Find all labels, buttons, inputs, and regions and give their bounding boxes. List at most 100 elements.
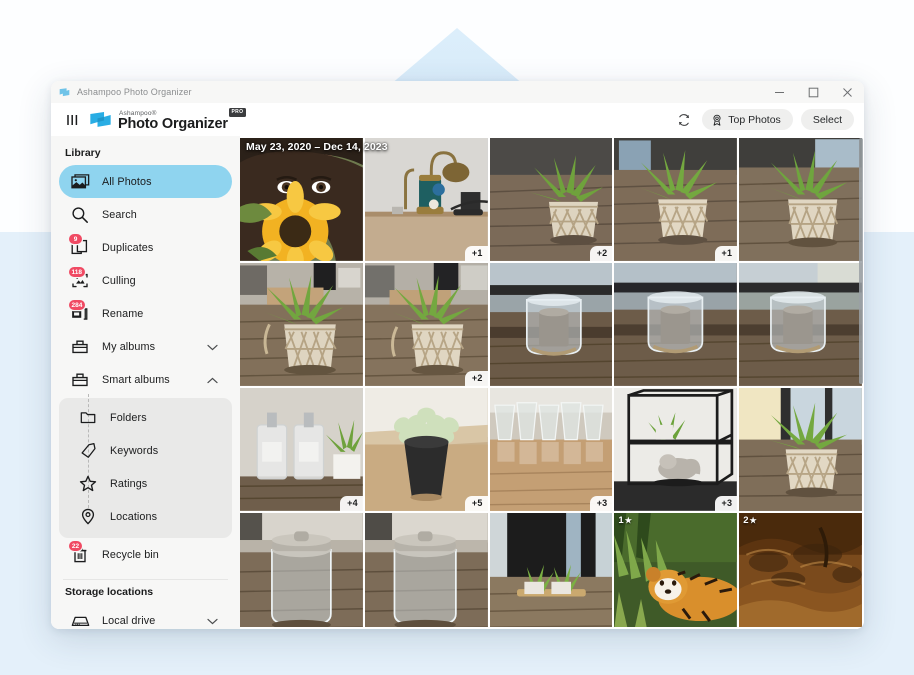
rating-value: 2 bbox=[743, 515, 749, 526]
sidebar-label: Duplicates bbox=[102, 241, 154, 254]
vertical-scrollbar[interactable] bbox=[859, 138, 863, 384]
tag-icon bbox=[77, 440, 99, 462]
photo-tile[interactable]: +2 bbox=[364, 263, 488, 386]
photo-count-badge: +3 bbox=[714, 496, 738, 511]
chevron-down-icon[interactable] bbox=[207, 338, 218, 356]
sidebar-label: Rename bbox=[102, 307, 144, 320]
photo-tile[interactable] bbox=[614, 263, 738, 386]
photo-tile[interactable] bbox=[739, 388, 862, 511]
select-button[interactable]: Select bbox=[800, 109, 854, 130]
photo-tile[interactable]: +1 bbox=[614, 138, 738, 261]
photo-count-badge: +2 bbox=[464, 371, 488, 386]
top-photos-button[interactable]: Top Photos bbox=[702, 109, 793, 130]
photo-count-badge: +5 bbox=[464, 496, 488, 511]
app-body: Library All Photos Search 9 Duplicates 1… bbox=[51, 136, 864, 629]
sidebar-item-rename[interactable]: 284 Rename bbox=[59, 297, 232, 330]
app-header: Ashampoo® Photo Organizer PRO Top Photos… bbox=[51, 103, 864, 136]
window-title: Ashampoo Photo Organizer bbox=[77, 87, 192, 97]
sidebar-item-culling[interactable]: 118 Culling bbox=[59, 264, 232, 297]
photo-tile[interactable] bbox=[240, 513, 363, 627]
brand-text: Ashampoo® Photo Organizer PRO bbox=[118, 107, 246, 132]
photo-tile[interactable] bbox=[240, 263, 363, 386]
rename-badge: 284 bbox=[69, 300, 85, 310]
brand-name: Photo Organizer bbox=[118, 115, 228, 132]
app-window: Ashampoo Photo Organizer Ashampoo® Photo… bbox=[51, 81, 864, 629]
photo-count-badge: +4 bbox=[340, 496, 363, 511]
star-icon: ★ bbox=[749, 516, 757, 525]
culling-badge: 118 bbox=[69, 267, 85, 277]
sidebar-label: Culling bbox=[102, 274, 136, 287]
photo-tile[interactable]: +3 bbox=[614, 388, 738, 511]
chevron-down-icon[interactable] bbox=[207, 612, 218, 630]
brand-logo: Ashampoo® Photo Organizer PRO bbox=[89, 107, 246, 132]
sidebar-label: Folders bbox=[110, 411, 147, 424]
thumbnail-brass-lamp-on-floor bbox=[364, 138, 488, 261]
app-logo-icon bbox=[59, 87, 70, 96]
minimize-button[interactable] bbox=[762, 81, 796, 103]
library-section-title: Library bbox=[65, 147, 101, 159]
photo-tile[interactable]: +1 bbox=[364, 138, 488, 261]
photo-count-badge: +2 bbox=[589, 246, 613, 261]
thumbnail-wire-shelf-with-figurine bbox=[614, 388, 738, 511]
sidebar-item-my-albums[interactable]: My albums bbox=[59, 330, 232, 363]
sidebar-item-keywords[interactable]: Keywords bbox=[59, 434, 232, 467]
rating-badge: 2 ★ bbox=[743, 515, 756, 526]
sidebar-item-smart-albums[interactable]: Smart albums bbox=[59, 363, 232, 396]
thumbnail-plant-in-rope-basket-a bbox=[489, 138, 613, 261]
photo-tile[interactable]: +3 bbox=[489, 388, 613, 511]
thumbnail-soap-dispensers-and-plant bbox=[240, 388, 363, 511]
sidebar-item-folders[interactable]: Folders bbox=[59, 401, 232, 434]
photo-tile[interactable]: 2 ★ bbox=[739, 513, 862, 627]
thumbnail-plant-on-wood-table-a bbox=[240, 263, 363, 386]
photo-grid-area: May 23, 2020 – Dec 14, 2023 +1 +2 +1 +2 … bbox=[240, 136, 864, 629]
photo-tile[interactable]: 1 ★ bbox=[614, 513, 738, 627]
sidebar-item-all-photos[interactable]: All Photos bbox=[59, 165, 232, 198]
photo-tile[interactable] bbox=[489, 263, 613, 386]
photo-tile[interactable] bbox=[489, 513, 613, 627]
window-controls bbox=[762, 81, 864, 103]
header-actions: Top Photos Select bbox=[674, 109, 854, 130]
sidebar: Library All Photos Search 9 Duplicates 1… bbox=[51, 136, 240, 629]
award-icon bbox=[713, 114, 721, 126]
album-icon bbox=[69, 369, 91, 391]
sidebar-item-local-drive[interactable]: Local drive bbox=[59, 604, 232, 629]
recycle-bin-badge: 22 bbox=[69, 541, 82, 551]
select-label: Select bbox=[812, 113, 842, 126]
sidebar-label: Ratings bbox=[110, 477, 148, 490]
thumbnail-glass-jar-candle-a bbox=[489, 263, 613, 386]
photo-tile[interactable]: +5 bbox=[364, 388, 488, 511]
sidebar-item-ratings[interactable]: Ratings bbox=[59, 467, 232, 500]
photos-icon bbox=[69, 171, 91, 193]
thumbnail-glass-canister-a bbox=[240, 513, 363, 627]
photo-count-badge: +3 bbox=[589, 496, 613, 511]
smart-albums-panel: Folders Keywords Ratings Locations bbox=[59, 394, 232, 538]
photo-tile[interactable]: +4 bbox=[240, 388, 363, 511]
close-button[interactable] bbox=[830, 81, 864, 103]
refresh-icon[interactable] bbox=[674, 110, 694, 130]
sidebar-label: Recycle bin bbox=[102, 548, 159, 561]
thumbnail-rock-cave-texture bbox=[739, 513, 862, 627]
sidebar-item-duplicates[interactable]: 9 Duplicates bbox=[59, 231, 232, 264]
maximize-button[interactable] bbox=[796, 81, 830, 103]
sidebar-item-search[interactable]: Search bbox=[59, 198, 232, 231]
thumbnail-stacked-glasses-on-table bbox=[489, 388, 613, 511]
sidebar-item-recycle-bin[interactable]: 22 Recycle bin bbox=[59, 538, 232, 571]
photo-tile[interactable]: +2 bbox=[489, 138, 613, 261]
photo-tile[interactable] bbox=[240, 138, 363, 261]
menu-icon[interactable] bbox=[60, 113, 86, 127]
photo-count-badge: +1 bbox=[714, 246, 738, 261]
photo-tile[interactable] bbox=[739, 263, 862, 386]
sidebar-label: Local drive bbox=[102, 614, 156, 627]
sidebar-item-locations[interactable]: Locations bbox=[59, 500, 232, 533]
photo-tile[interactable] bbox=[364, 513, 488, 627]
chevron-up-icon[interactable] bbox=[207, 371, 218, 389]
pro-badge: PRO bbox=[229, 107, 246, 117]
photo-tile[interactable] bbox=[739, 138, 862, 261]
star-icon: ★ bbox=[624, 516, 632, 525]
storage-section-title: Storage locations bbox=[65, 586, 154, 598]
photo-count-badge: +1 bbox=[464, 246, 488, 261]
thumbnail-plant-on-wood-table-b bbox=[364, 263, 488, 386]
star-icon bbox=[77, 473, 99, 495]
thumbnail-plant-basket-by-window bbox=[739, 388, 862, 511]
sidebar-label: All Photos bbox=[102, 175, 152, 188]
